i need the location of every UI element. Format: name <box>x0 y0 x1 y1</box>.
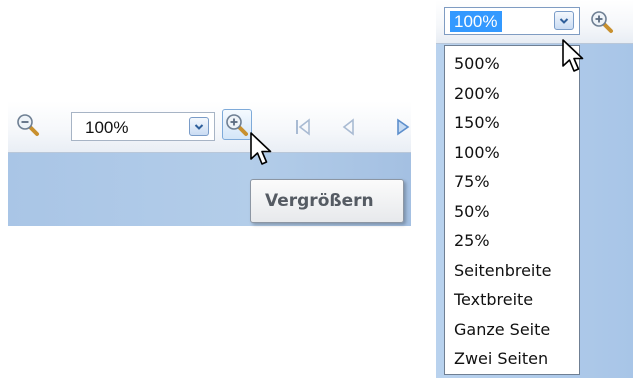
zoom-option-200[interactable]: 200% <box>445 79 579 109</box>
first-page-button[interactable] <box>294 117 312 137</box>
zoom-option-100[interactable]: 100% <box>445 138 579 168</box>
zoom-option-25[interactable]: 25% <box>445 226 579 256</box>
zoom-out-icon <box>17 114 39 136</box>
screenshot-stage: 100% Vergrößern 100% 500% 200% 150% 100%… <box>0 0 633 378</box>
tooltip-text: Vergrößern <box>265 191 374 211</box>
zoom-level-combobox[interactable]: 100% <box>71 112 215 141</box>
next-page-button[interactable] <box>394 117 411 137</box>
chevron-down-icon <box>194 123 204 130</box>
zoom-out-button[interactable] <box>14 111 42 139</box>
zoom-option-two-pages[interactable]: Zwei Seiten <box>445 344 579 374</box>
zoom-level-value-selected: 100% <box>450 11 503 32</box>
zoom-option-150[interactable]: 150% <box>445 108 579 138</box>
next-page-icon <box>397 118 410 136</box>
zoom-option-page-width[interactable]: Seitenbreite <box>445 256 579 286</box>
zoom-dropdown-button-open[interactable] <box>554 11 574 30</box>
zoom-option-75[interactable]: 75% <box>445 167 579 197</box>
previous-page-icon <box>342 118 354 136</box>
first-page-icon <box>296 118 310 136</box>
zoom-in-button-expanded[interactable] <box>588 8 616 36</box>
chevron-down-icon <box>559 17 569 24</box>
mouse-pointer-icon <box>562 39 584 72</box>
zoom-option-text-width[interactable]: Textbreite <box>445 285 579 315</box>
zoom-in-icon <box>591 11 613 33</box>
viewer-toolbar-expanded: 100% <box>436 0 633 44</box>
left-viewer-panel: 100% Vergrößern <box>8 101 411 226</box>
mouse-pointer-icon <box>250 132 272 165</box>
right-viewer-panel: 100% 500% 200% 150% 100% 75% 50% 25% Sei… <box>436 0 633 378</box>
zoom-in-icon <box>226 113 248 136</box>
viewer-toolbar: 100% <box>8 101 411 153</box>
zoom-dropdown-button[interactable] <box>189 117 209 136</box>
zoom-option-50[interactable]: 50% <box>445 197 579 227</box>
zoom-option-whole-page[interactable]: Ganze Seite <box>445 315 579 345</box>
zoom-option-500[interactable]: 500% <box>445 49 579 79</box>
previous-page-button[interactable] <box>341 117 357 137</box>
zoom-level-combobox-open[interactable]: 100% <box>444 7 580 35</box>
zoom-dropdown-list: 500% 200% 150% 100% 75% 50% 25% Seitenbr… <box>444 45 580 375</box>
zoom-level-value: 100% <box>85 118 129 137</box>
zoom-in-tooltip: Vergrößern <box>250 179 404 223</box>
